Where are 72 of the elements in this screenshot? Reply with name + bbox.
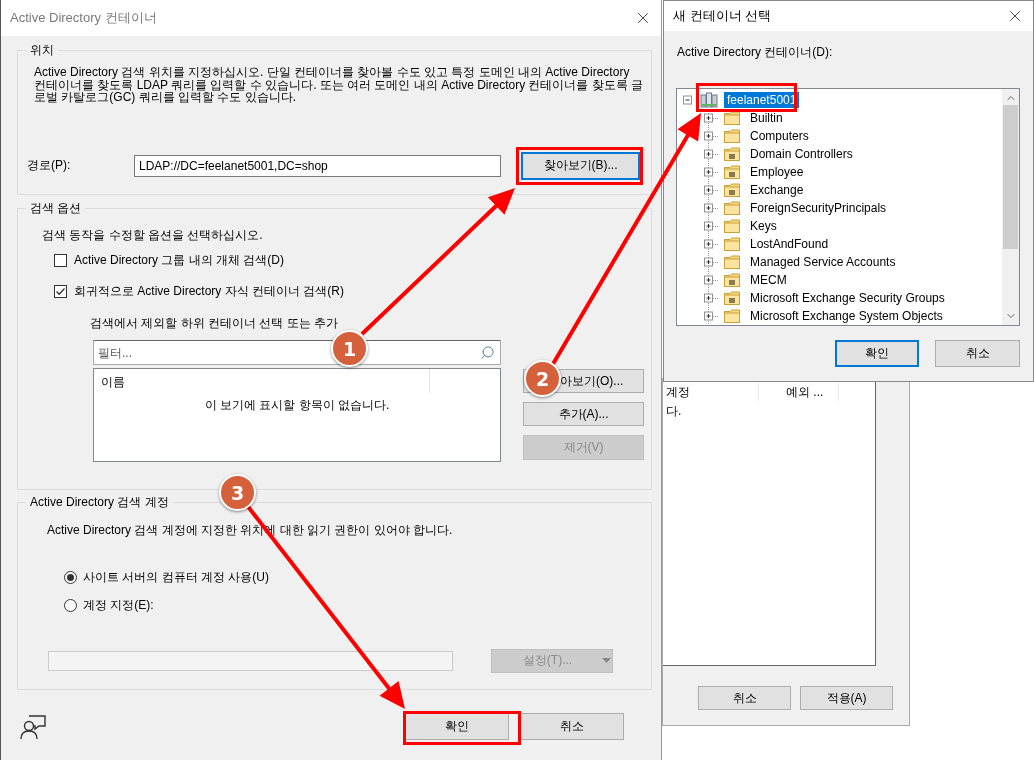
dialog-button[interactable]: 취소 xyxy=(935,340,1020,367)
tree-item[interactable]: Domain Controllers xyxy=(747,146,856,162)
empty-message: 이 보기에 표시할 항목이 없습니다. xyxy=(204,397,390,414)
expand-icon[interactable] xyxy=(704,235,720,253)
instruction-text: 검색 동작을 수정할 옵션을 선택하십시오. xyxy=(42,229,264,242)
tree-item[interactable]: feelanet5001 xyxy=(724,92,800,108)
group-title: 위치 xyxy=(29,43,55,58)
path-label: 경로(P): xyxy=(27,157,72,174)
unit-folder-icon xyxy=(724,291,740,305)
unit-folder-icon xyxy=(724,183,740,197)
expand-icon[interactable] xyxy=(704,307,720,325)
tree-item[interactable]: ForeignSecurityPrincipals xyxy=(747,200,890,216)
dialog-button[interactable]: 적용(A) xyxy=(800,686,893,710)
group-title: Active Directory 검색 계정 xyxy=(29,495,170,510)
tree-item[interactable]: Microsoft Exchange Security Groups xyxy=(747,290,948,306)
window-title: Active Directory 컨테이너 xyxy=(10,9,157,27)
scrollbar[interactable] xyxy=(1002,89,1019,325)
browse-button[interactable]: 찾아보기(B)... xyxy=(521,151,640,180)
tree-item[interactable]: Computers xyxy=(747,128,812,144)
checkbox[interactable] xyxy=(54,284,67,298)
expand-icon[interactable] xyxy=(704,253,720,271)
expand-icon[interactable] xyxy=(704,199,720,217)
folder-icon xyxy=(724,237,740,251)
column-header[interactable]: 이름 xyxy=(94,369,430,393)
folder-icon xyxy=(724,201,740,215)
tree-label: Active Directory 컨테이너(D): xyxy=(677,45,834,60)
tree-item[interactable]: Microsoft Exchange System Objects xyxy=(747,308,946,324)
path-field[interactable]: LDAP://DC=feelanet5001,DC=shop xyxy=(134,154,501,177)
radio-button[interactable] xyxy=(64,598,77,612)
expand-icon[interactable] xyxy=(704,181,720,199)
tree-item[interactable]: Exchange xyxy=(747,182,807,198)
expand-icon[interactable] xyxy=(704,217,720,235)
expand-icon[interactable] xyxy=(704,145,720,163)
search-icon xyxy=(480,345,495,360)
tree-item[interactable]: Builtin xyxy=(747,110,786,126)
folder-icon xyxy=(724,111,740,125)
description-text: Active Directory 검색 위치를 지정하십시오. 단일 컨테이너를 찾아볼 수도 있고 특정 도메인 내의 Active Directory 컨테이너를 찾도록 LDAP 쿼리를 입력할 수 있습니다. 또는 여러 도메인 내의 Active Directory 컨테이너를 찾도록 글로벌 카탈로그(GC) 쿼리를 입력할 수도 있습니다. xyxy=(34,66,644,104)
message-text: 다. xyxy=(665,403,683,420)
server-group-icon xyxy=(700,92,718,108)
checkbox[interactable] xyxy=(54,253,67,267)
tree-item[interactable]: MECM xyxy=(747,272,790,288)
checkbox-label: Active Directory 그룹 내의 개체 검색(D) xyxy=(74,251,284,269)
folder-icon xyxy=(724,309,740,323)
tree-item[interactable]: Keys xyxy=(747,218,780,234)
radio-label: 사이트 서버의 컴퓨터 계정 사용(U) xyxy=(83,568,269,586)
folder-icon xyxy=(724,219,740,233)
checkbox-label: 회귀적으로 Active Directory 자식 컨테이너 검색(R) xyxy=(74,282,344,300)
list-action-button[interactable]: 아보기(O)... xyxy=(560,369,644,393)
tree-item[interactable]: Employee xyxy=(747,164,807,180)
window-title: 새 컨테이너 선택 xyxy=(673,7,772,25)
dialog-button[interactable]: 확인 xyxy=(835,340,919,367)
radio-button[interactable] xyxy=(64,570,77,584)
folder-icon xyxy=(724,129,740,143)
folder-icon xyxy=(724,255,740,269)
radio-label: 계정 지정(E): xyxy=(83,596,154,614)
tree-item[interactable]: LostAndFound xyxy=(747,236,832,252)
dialog-button[interactable]: 취소 xyxy=(698,686,791,710)
expand-icon[interactable] xyxy=(704,127,720,145)
expand-icon[interactable] xyxy=(704,289,720,307)
dialog-button[interactable]: 취소 xyxy=(519,713,624,740)
caret-icon xyxy=(602,658,612,663)
expand-icon[interactable] xyxy=(704,163,720,181)
unit-folder-icon xyxy=(724,273,740,287)
list-action-button[interactable]: 추가(A)... xyxy=(523,402,644,426)
expand-icon[interactable] xyxy=(704,271,720,289)
user-chat-icon xyxy=(19,713,47,740)
unit-folder-icon xyxy=(724,165,740,179)
exclude-label: 검색에서 제외할 하위 컨테이너 선택 또는 추가 xyxy=(90,316,339,329)
tree-item[interactable]: Managed Service Accounts xyxy=(747,254,899,270)
group-title: 검색 옵션 xyxy=(29,201,83,216)
dialog-button[interactable]: 확인 xyxy=(405,713,509,740)
unit-folder-icon xyxy=(724,147,740,161)
